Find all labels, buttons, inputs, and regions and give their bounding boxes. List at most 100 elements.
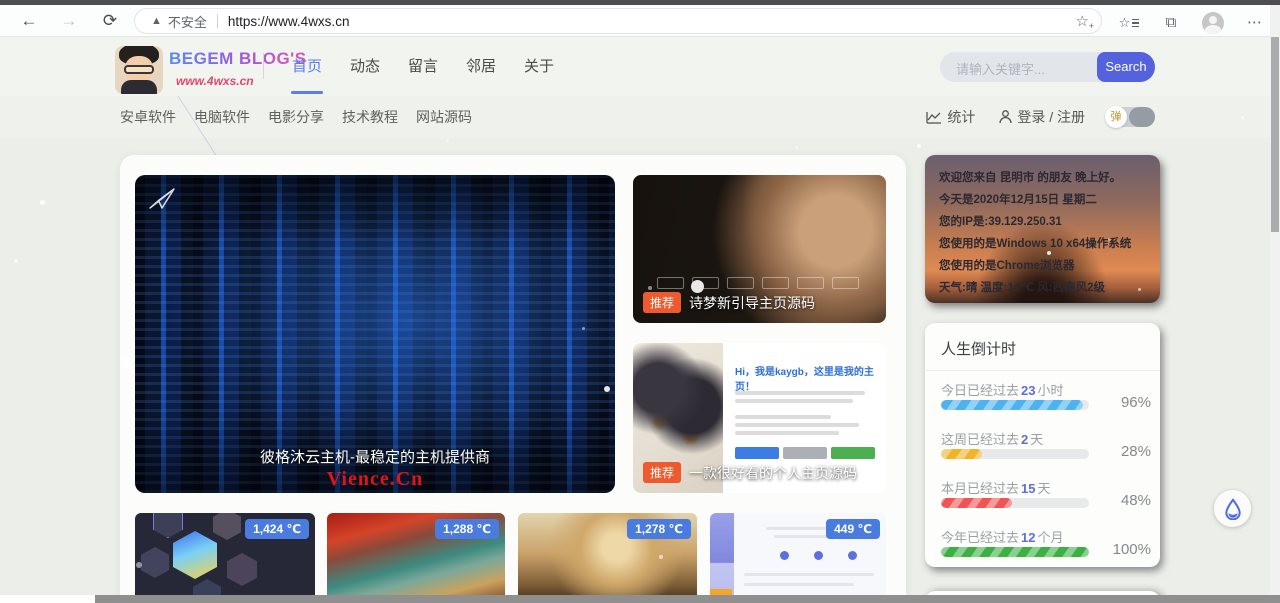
player-buttons-decoration [657,277,859,289]
category-tutorials[interactable]: 技术教程 [342,107,398,127]
post-thumb-4[interactable]: 449 ℃ [710,513,886,603]
site-logo-avatar[interactable] [115,46,163,94]
countdown-row-month: 本月已经过去15天 48% [941,478,1151,497]
post-title: 诗梦新引导主页源码 [689,293,815,313]
search-placeholder: 请输入关键字... [956,59,1045,78]
text-line-decoration [735,415,831,419]
hexagon-decoration [227,553,257,586]
forward-icon[interactable]: → [56,9,82,33]
life-countdown-widget: 人生倒计时 今日已经过去23小时 96% 这周已经过去2天 28% 本月已经过去… [925,323,1160,567]
welcome-line: 您的IP是:39.129.250.31 [939,211,1148,233]
snow-dot [795,146,798,149]
site-domain: www.4wxs.cn [176,74,254,88]
progress-fill [941,547,1089,557]
snow-dot [977,72,980,75]
toggle-badge: 弹 [1105,106,1127,128]
snow-dot [582,327,585,330]
category-pc-software[interactable]: 电脑软件 [194,107,250,127]
temperature-badge: 1,424 ℃ [245,519,309,539]
category-android[interactable]: 安卓软件 [120,107,176,127]
slide-watermark: Vience.Cn [135,468,615,491]
header-separator [263,53,264,79]
progress-percent: 28% [1121,443,1151,460]
category-movies[interactable]: 电影分享 [268,107,324,127]
featured-post-1[interactable]: 推荐 诗梦新引导主页源码 [633,175,886,323]
slide-caption: 彼格沐云主机-最稳定的主机提供商 [135,446,615,467]
search-button[interactable]: Search [1097,52,1155,82]
snow-dot [929,452,932,455]
snow-dot [14,259,18,263]
scrollbar-thumb[interactable] [1271,37,1279,232]
post-thumb-3[interactable]: 1,278 ℃ [518,513,697,603]
nav-item-messages[interactable]: 留言 [394,37,452,96]
hexagon-decoration [141,547,169,578]
profile-avatar[interactable] [1202,12,1224,34]
mail-button-decoration [831,447,875,459]
welcome-line: 今天是2020年12月15日 星期二 [939,189,1148,211]
nav-item-neighbors[interactable]: 邻居 [452,37,510,96]
progress-fill [941,498,1012,508]
stats-link[interactable]: 统计 [926,107,975,127]
homepage-heading: Hi，我是kaygb，这里是我的主页！ [735,363,879,393]
github-button-decoration [783,447,827,459]
paper-plane-icon [149,187,175,209]
dashboard-line [744,583,854,586]
hexagon-logo [173,531,217,579]
progress-track [941,498,1089,508]
login-register-link[interactable]: 登录 / 注册 [999,107,1085,127]
countdown-row-week: 这周已经过去2天 28% [941,429,1151,448]
address-bar[interactable]: ▲ 不安全 https://www.4wxs.cn ☆+ [134,8,1102,34]
snow-dot [659,555,663,559]
insecure-warning-icon: ▲ [151,15,162,27]
browser-menu-icon[interactable]: ⋯ [1242,12,1268,34]
category-source-code[interactable]: 网站源码 [416,107,472,127]
nav-item-about[interactable]: 关于 [510,37,568,96]
featured-slider[interactable]: 彼格沐云主机-最稳定的主机提供商 Vience.Cn [135,175,615,493]
main-nav: 首页 动态 留言 邻居 关于 [278,37,568,96]
dashboard-dot [848,551,857,560]
welcome-line: 天气:晴 温度:14℃ 风:西南风2级 [939,277,1148,299]
snow-dot [290,120,294,124]
reload-icon[interactable]: ⟳ [97,9,123,33]
post-thumb-1[interactable]: 1,424 ℃ [135,513,315,603]
progress-track [941,547,1089,557]
water-drop-icon [1223,498,1243,520]
blog-button-decoration [735,447,779,459]
bottom-edge [95,595,1280,603]
collections-icon[interactable]: ⧉ [1158,12,1184,34]
bottom-edge-left [0,595,95,603]
temperature-badge: 1,278 ℃ [627,519,691,539]
snow-dot [1241,116,1244,119]
welcome-line: 欢迎您来自 昆明市 的朋友 晚上好。 [939,167,1148,189]
bookmark-star-icon[interactable]: ☆+ [1076,12,1089,30]
url-divider [217,14,218,28]
favorites-bar-icon[interactable]: ☆ [1116,12,1142,34]
chart-icon [926,111,942,124]
dashboard-dot [780,551,789,560]
progress-fill [941,400,1083,410]
text-line-decoration [735,399,853,403]
welcome-line: 您使用的是Chrome浏览器 [939,255,1148,277]
nav-item-updates[interactable]: 动态 [336,37,394,96]
snow-dot [1047,251,1051,255]
security-label: 不安全 [168,12,207,31]
recommend-badge: 推荐 [643,292,681,313]
snow-dot [648,286,652,290]
nav-item-home[interactable]: 首页 [278,37,336,96]
post-thumb-2[interactable]: 1,288 ℃ [327,513,505,603]
progress-fill [941,449,982,459]
popup-toggle[interactable]: 弹 [1109,107,1155,127]
back-icon[interactable]: ← [16,9,42,33]
theme-drop-button[interactable] [1214,490,1251,527]
text-line-decoration [735,391,865,395]
countdown-row-year: 今年已经过去12个月 100% [941,527,1151,546]
countdown-row-today: 今日已经过去23小时 96% [941,380,1151,399]
featured-post-2[interactable]: Hi，我是kaygb，这里是我的主页！ 推荐 一款很好看的个人主页源码 [633,343,886,493]
browser-window: ← → ⟳ ▲ 不安全 https://www.4wxs.cn ☆+ ☆ ⧉ ⋯… [0,0,1280,603]
progress-percent: 100% [1113,541,1151,558]
snow-dot [1108,238,1111,241]
hexagon-decoration [153,513,183,538]
temperature-badge: 449 ℃ [826,519,880,539]
visitor-welcome-card: 欢迎您来自 昆明市 的朋友 晚上好。 今天是2020年12月15日 星期二 您的… [925,155,1160,303]
site-header: BEGEM BLOG'S www.4wxs.cn 首页 动态 留言 邻居 关于 … [0,37,1280,96]
